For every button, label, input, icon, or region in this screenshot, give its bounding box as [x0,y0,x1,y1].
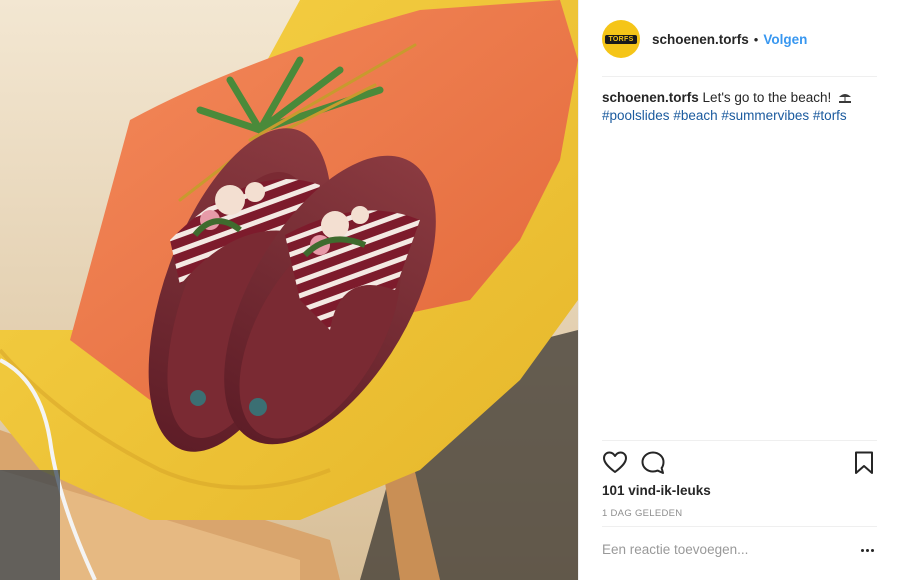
caption-text: Let's go to the beach! [702,90,832,105]
hashtag-list: #poolslides #beach #summervibes #torfs [602,107,882,125]
username-link[interactable]: schoenen.torfs [652,32,749,47]
header-divider [602,76,877,77]
hashtag-link[interactable]: #poolslides [602,108,670,123]
likes-count[interactable]: 101 vind-ik-leuks [602,483,711,498]
post-header: TORFS schoenen.torfs • Volgen [579,0,900,78]
comment-input[interactable] [602,542,842,557]
post-photo[interactable] [0,0,578,580]
actions-divider [602,440,877,441]
comment-divider [602,526,877,527]
caption-username[interactable]: schoenen.torfs [602,90,699,105]
beach-slides-image [0,0,578,580]
avatar-logo-text: TORFS [605,34,637,44]
beach-umbrella-icon [838,94,851,103]
post-side-panel: TORFS schoenen.torfs • Volgen schoenen.t… [578,0,900,580]
bookmark-icon[interactable] [851,450,877,476]
post-caption: schoenen.torfs Let's go to the beach! #p… [602,89,882,125]
comment-bubble-icon[interactable] [640,450,666,476]
separator-dot: • [753,31,759,47]
post-actions [602,450,877,478]
hashtag-link[interactable]: #torfs [813,108,847,123]
hashtag-link[interactable]: #beach [673,108,717,123]
more-options-icon[interactable] [857,540,877,560]
heart-icon[interactable] [602,450,628,476]
comment-bar [602,538,877,568]
post-timestamp: 1 DAG GELEDEN [602,508,683,519]
avatar[interactable]: TORFS [602,20,640,58]
follow-button[interactable]: Volgen [763,32,807,47]
hashtag-link[interactable]: #summervibes [721,108,809,123]
instagram-post: TORFS schoenen.torfs • Volgen schoenen.t… [0,0,900,580]
